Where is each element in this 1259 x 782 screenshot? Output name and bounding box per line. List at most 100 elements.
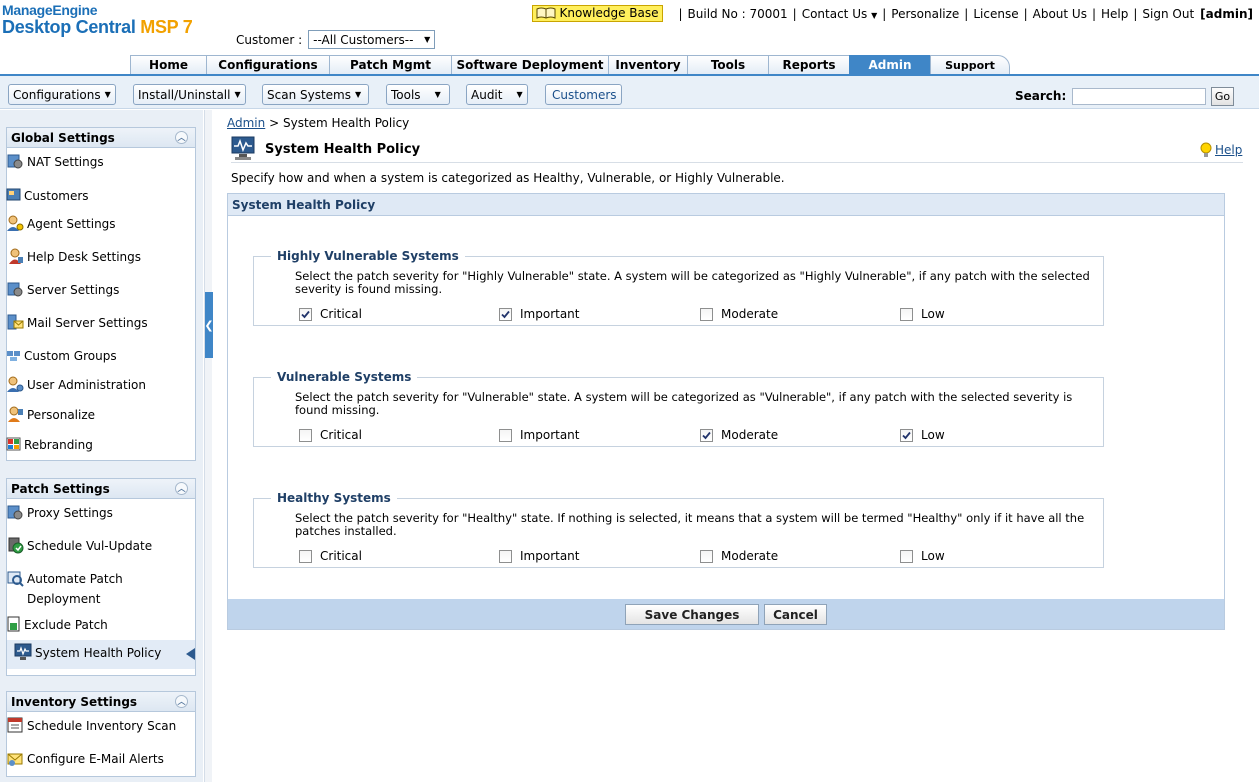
personalize-link[interactable]: Personalize: [891, 7, 959, 21]
product-logo[interactable]: ManageEngine Desktop Central MSP 7: [2, 3, 193, 36]
exclude-patch-icon: [7, 616, 20, 632]
sidebar-item-label: Custom Groups: [24, 349, 117, 363]
highly-vulnerable-critical-checkbox[interactable]: Critical: [299, 307, 362, 321]
save-changes-button[interactable]: Save Changes: [625, 604, 759, 625]
user-admin-icon: [7, 376, 24, 392]
sidebar-item-label: Exclude Patch: [24, 618, 108, 632]
inventory-settings-header[interactable]: Inventory Settings ︿: [7, 692, 195, 712]
checkbox-label: Important: [520, 428, 580, 442]
healthy-low-checkbox[interactable]: Low: [900, 549, 945, 563]
mail-server-icon: [7, 314, 24, 330]
sidebar-item-label: Rebranding: [24, 438, 93, 452]
breadcrumb-admin-link[interactable]: Admin: [227, 116, 265, 130]
cancel-button[interactable]: Cancel: [764, 604, 827, 625]
license-link[interactable]: License: [973, 7, 1018, 21]
rebranding-icon: [6, 437, 21, 451]
chevron-down-icon: ▼: [434, 90, 441, 99]
collapse-icon[interactable]: ︿: [175, 695, 188, 708]
chevron-down-icon: ▼: [234, 90, 241, 99]
highly-vulnerable-important-checkbox[interactable]: Important: [499, 307, 580, 321]
checkbox-label: Low: [921, 549, 945, 563]
tab-admin[interactable]: Admin: [849, 55, 931, 74]
lightbulb-icon: [1200, 142, 1212, 157]
help-desk-icon: [9, 248, 23, 264]
tab-home[interactable]: Home: [130, 55, 207, 74]
nat-settings-icon: [7, 154, 23, 169]
checkbox-box: [499, 549, 512, 563]
knowledge-base-link[interactable]: Knowledge Base: [532, 5, 664, 22]
sidebar-item-custom-groups[interactable]: Custom Groups: [6, 346, 117, 366]
scan-systems-menu[interactable]: Scan Systems ▼: [262, 84, 369, 105]
logo-line2: Desktop Central MSP 7: [2, 18, 193, 36]
help-link-container[interactable]: Help: [1199, 142, 1242, 158]
group-title: Vulnerable Systems: [277, 370, 412, 384]
sidebar-item-configure-email-alerts[interactable]: Configure E-Mail Alerts: [6, 749, 164, 769]
page-help-link[interactable]: Help: [1215, 143, 1242, 157]
vulnerable-critical-checkbox[interactable]: Critical: [299, 428, 362, 442]
search-input[interactable]: [1072, 88, 1206, 105]
checkbox-box: [900, 307, 913, 321]
vulnerable-moderate-checkbox[interactable]: Moderate: [700, 428, 778, 442]
audit-menu-label: Audit: [471, 87, 503, 102]
tab-inventory[interactable]: Inventory: [608, 55, 688, 74]
configurations-menu[interactable]: Configurations ▼: [8, 84, 116, 105]
highly-vulnerable-moderate-checkbox[interactable]: Moderate: [700, 307, 778, 321]
sidebar-item-automate-patch-deployment[interactable]: Automate Patch Deployment: [6, 569, 186, 609]
group-description: Select the patch severity for "Vulnerabl…: [295, 390, 1073, 417]
search-label: Search:: [1015, 89, 1067, 103]
contact-us-link[interactable]: Contact Us ▼: [802, 7, 878, 21]
global-settings-header[interactable]: Global Settings ︿: [7, 128, 195, 148]
patch-settings-header[interactable]: Patch Settings ︿: [7, 479, 195, 499]
healthy-important-checkbox[interactable]: Important: [499, 549, 580, 563]
tools-menu[interactable]: Tools ▼: [386, 84, 450, 105]
sidebar-item-proxy-settings[interactable]: Proxy Settings: [6, 503, 113, 523]
healthy-critical-checkbox[interactable]: Critical: [299, 549, 362, 563]
collapse-icon[interactable]: ︿: [175, 482, 188, 495]
about-us-link[interactable]: About Us: [1033, 7, 1087, 21]
audit-menu[interactable]: Audit ▼: [466, 84, 528, 105]
collapse-sidebar-icon[interactable]: ❮: [204, 292, 214, 358]
sidebar-item-mail-server-settings[interactable]: Mail Server Settings: [6, 313, 148, 333]
configurations-menu-label: Configurations: [13, 87, 101, 102]
sidebar-item-label: Personalize: [27, 408, 96, 422]
scan-systems-menu-label: Scan Systems: [267, 87, 351, 102]
checkbox-box: [299, 307, 312, 321]
contact-us-label: Contact Us: [801, 6, 868, 21]
chevron-down-icon: ▼: [871, 10, 878, 20]
healthy-moderate-checkbox[interactable]: Moderate: [700, 549, 778, 563]
tab-support[interactable]: Support: [930, 55, 1010, 74]
sidebar-item-rebranding[interactable]: Rebranding: [6, 435, 93, 455]
sidebar-item-schedule-vul-update[interactable]: Schedule Vul-Update: [6, 536, 152, 556]
customers-button[interactable]: Customers: [545, 84, 622, 105]
checkbox-label: Critical: [320, 549, 362, 563]
sidebar-item-personalize[interactable]: Personalize: [6, 405, 95, 425]
sidebar-item-server-settings[interactable]: Server Settings: [6, 280, 119, 300]
sidebar-item-label: Schedule Vul-Update: [27, 539, 153, 553]
customer-label: Customer :: [236, 32, 303, 47]
go-button[interactable]: Go: [1211, 87, 1234, 106]
sign-out-link[interactable]: Sign Out: [1142, 7, 1194, 21]
tab-configurations[interactable]: Configurations: [206, 55, 330, 74]
collapse-icon[interactable]: ︿: [175, 131, 188, 144]
help-link[interactable]: Help: [1101, 7, 1128, 21]
install-uninstall-menu[interactable]: Install/Uninstall ▼: [133, 84, 246, 105]
sidebar-item-user-administration[interactable]: User Administration: [6, 375, 146, 395]
tab-software-deployment[interactable]: Software Deployment: [451, 55, 609, 74]
sidebar-item-agent-settings[interactable]: Agent Settings: [6, 214, 116, 234]
check-icon: [501, 310, 510, 318]
sidebar-item-exclude-patch[interactable]: Exclude Patch: [6, 615, 108, 635]
custom-groups-icon: [7, 351, 20, 361]
sidebar-item-help-desk-settings[interactable]: Help Desk Settings: [6, 247, 141, 267]
highly-vulnerable-low-checkbox[interactable]: Low: [900, 307, 945, 321]
sidebar-item-schedule-inventory-scan[interactable]: Schedule Inventory Scan: [6, 716, 176, 736]
sidebar-item-nat-settings[interactable]: NAT Settings: [6, 152, 104, 172]
sidebar-splitter[interactable]: ❮: [204, 110, 214, 782]
vulnerable-important-checkbox[interactable]: Important: [499, 428, 580, 442]
sidebar-item-system-health-policy[interactable]: System Health Policy: [7, 640, 195, 669]
customer-dropdown[interactable]: --All Customers-- ▼: [308, 30, 436, 49]
tab-tools[interactable]: Tools: [687, 55, 769, 74]
vulnerable-low-checkbox[interactable]: Low: [900, 428, 945, 442]
sidebar-item-customers[interactable]: Customers: [6, 186, 89, 206]
tab-reports[interactable]: Reports: [768, 55, 850, 74]
tab-patch-mgmt[interactable]: Patch Mgmt: [329, 55, 452, 74]
